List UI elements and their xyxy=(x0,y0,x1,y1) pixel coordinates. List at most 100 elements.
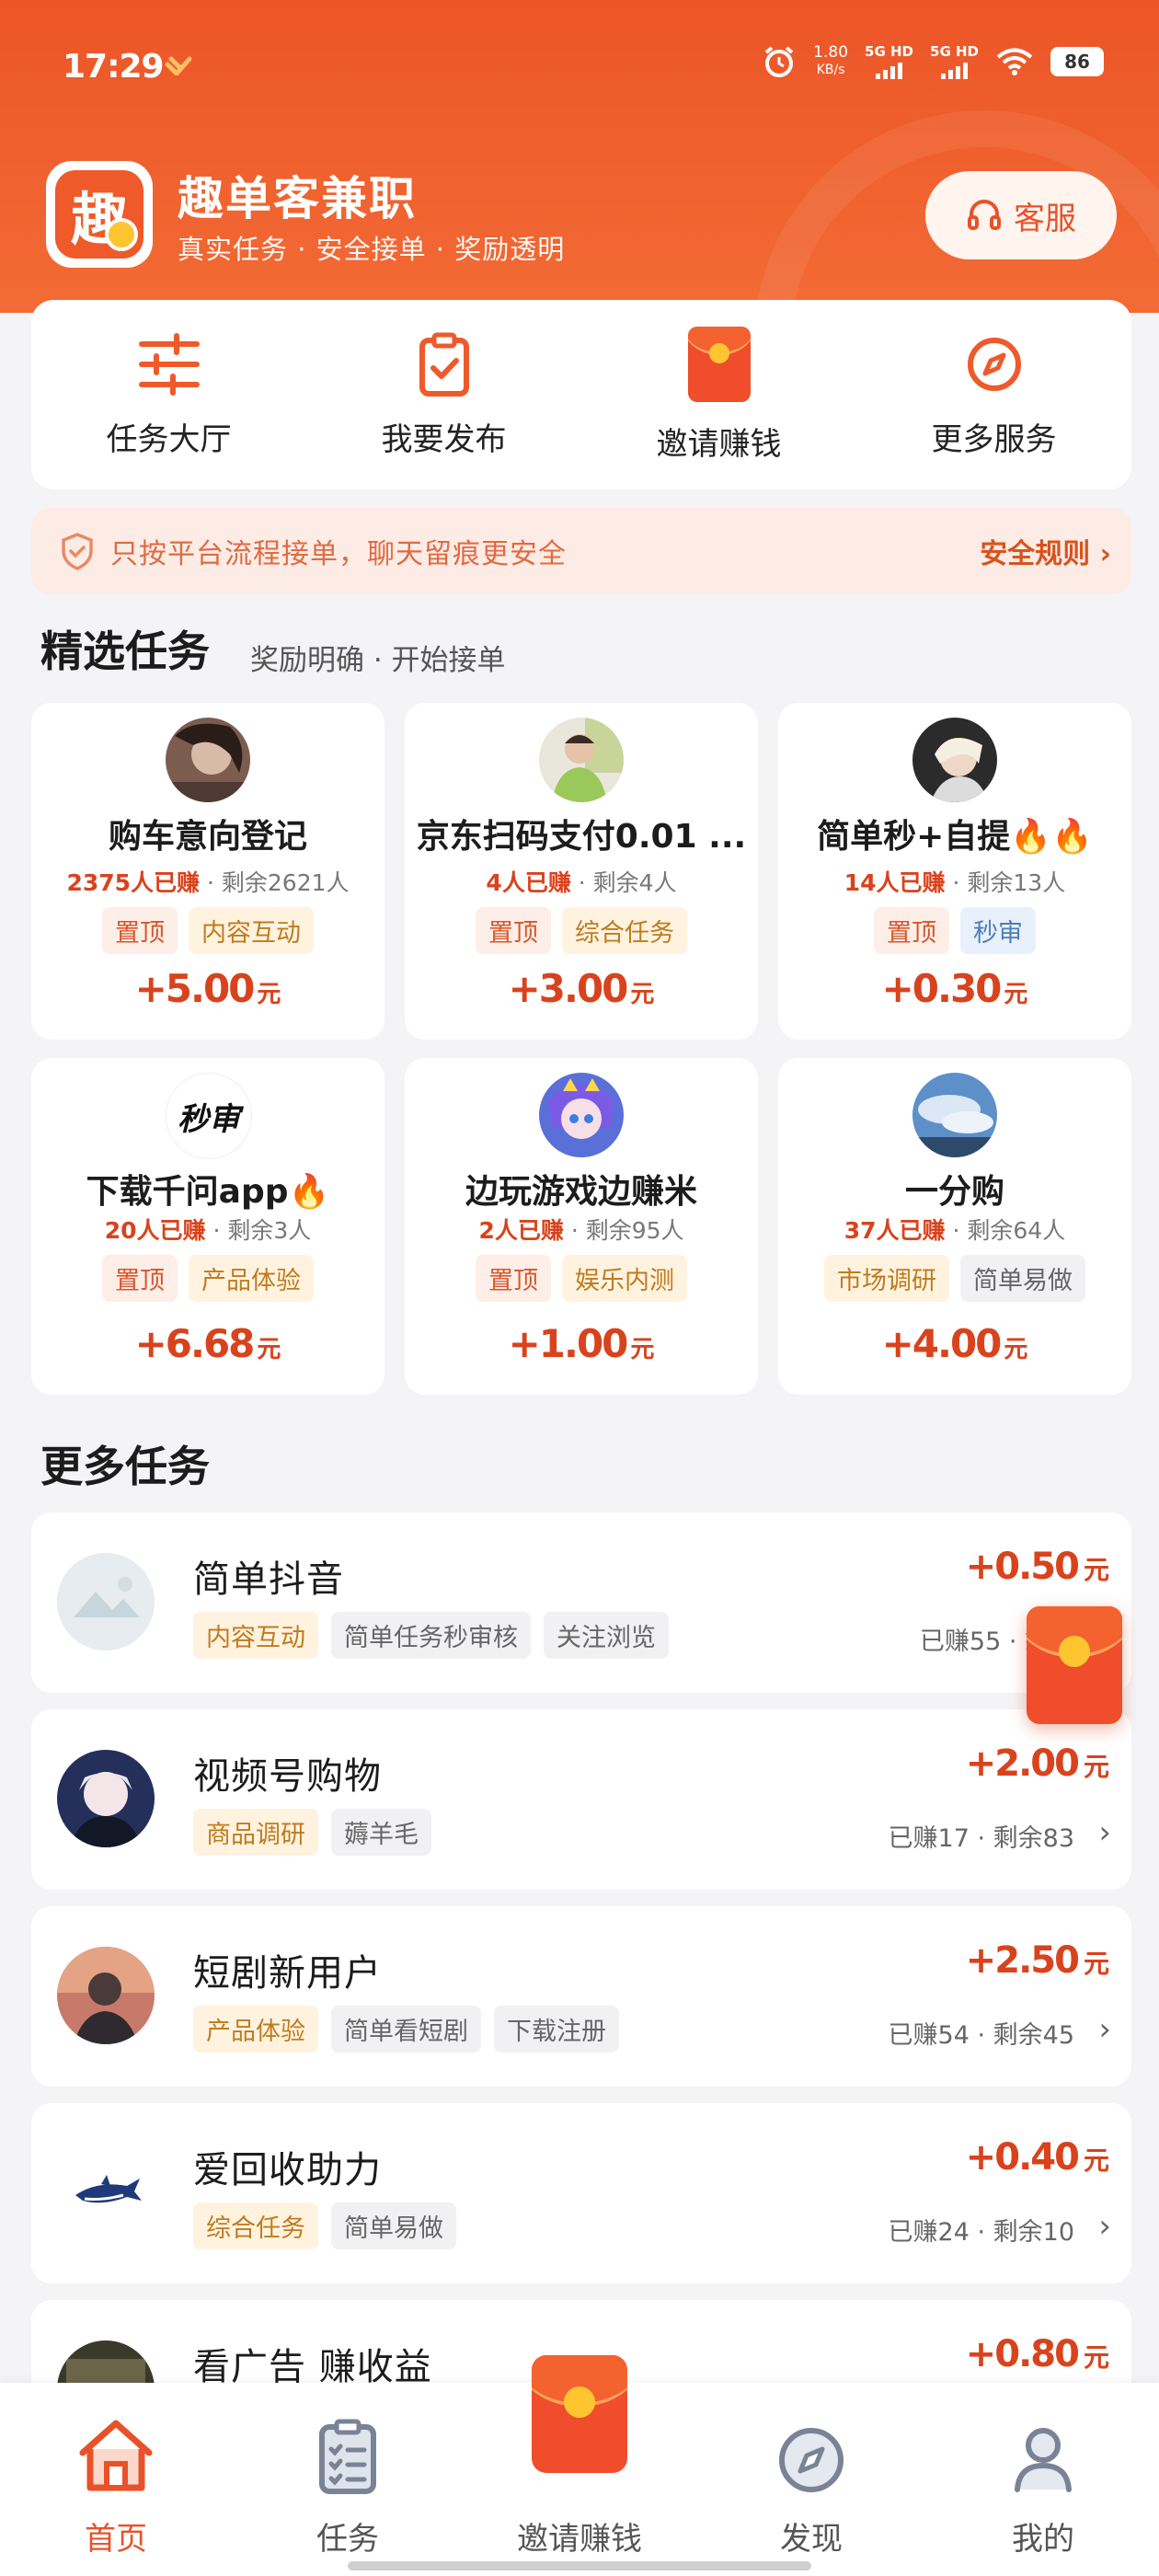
task-avatar xyxy=(57,2144,155,2241)
task-list-item[interactable]: 视频号购物 商品调研 薅羊毛 +2.00 元 已赚17 · 剩余83 › xyxy=(31,1709,1131,1890)
coin-icon xyxy=(105,218,138,251)
reward-unit: 元 xyxy=(1083,2342,1109,2373)
tab-label: 发现 xyxy=(780,2521,843,2558)
tab-label: 首页 xyxy=(85,2521,147,2558)
red-envelope-icon[interactable] xyxy=(532,2355,627,2473)
task-reward: +2.00 元 xyxy=(966,1742,1109,1785)
app-logo: 趣 xyxy=(46,161,153,268)
sim2-label: 5G HD xyxy=(930,42,979,60)
task-meta: 已赚17 · 剩余83 xyxy=(888,1824,1074,1853)
task-reward: +6.68 元 xyxy=(31,1321,384,1366)
task-reward: +0.40 元 xyxy=(966,2136,1109,2179)
task-tag: 简单易做 xyxy=(331,2202,456,2249)
task-tag: 薅羊毛 xyxy=(331,1809,431,1856)
task-tag: 商品调研 xyxy=(193,1809,318,1856)
task-tag: 内容互动 xyxy=(193,1612,318,1659)
featured-task-card[interactable]: 简单秒+自提🔥🔥 14人已赚 · 剩余13人 置顶 秒审 +0.30 元 xyxy=(778,703,1131,1040)
task-avatar xyxy=(539,1073,624,1157)
customer-service-label: 客服 xyxy=(1014,200,1076,237)
task-reward: +4.00 元 xyxy=(778,1321,1131,1366)
task-tag: 置顶 xyxy=(102,907,178,954)
safety-notice: 只按平台流程接单，聊天留痕更安全 安全规则 › xyxy=(31,508,1131,594)
task-title: 简单抖音 xyxy=(193,1558,344,1601)
reward-value: +2.00 xyxy=(965,1742,1080,1785)
status-time: 17:29 xyxy=(63,48,165,86)
tab-home[interactable]: 首页 xyxy=(0,2383,232,2576)
tab-label: 我的 xyxy=(1012,2521,1074,2558)
task-remain: · 剩余13人 xyxy=(945,869,1066,896)
task-tag: 娱乐内测 xyxy=(562,1255,687,1302)
task-earned: 14人已赚 xyxy=(843,869,946,896)
featured-task-card[interactable]: 边玩游戏边赚米 2人已赚 · 剩余95人 置顶 娱乐内测 +1.00 元 xyxy=(405,1058,758,1395)
tab-discover[interactable]: 发现 xyxy=(695,2383,927,2576)
task-earned: 2375人已赚 xyxy=(66,869,201,896)
task-list-item[interactable]: 爱回收助力 综合任务 简单易做 +0.40 元 已赚24 · 剩余10 › xyxy=(31,2103,1131,2283)
featured-task-card[interactable]: 购车意向登记 2375人已赚 · 剩余2621人 置顶 内容互动 +5.00 元 xyxy=(31,703,384,1040)
shield-icon xyxy=(62,533,93,570)
reward-value: +0.40 xyxy=(965,2136,1080,2179)
task-reward: +5.00 元 xyxy=(31,966,384,1011)
featured-subtitle: 奖励明确 · 开始接单 xyxy=(250,644,506,677)
quick-action-invite[interactable]: 邀请赚钱 xyxy=(581,300,856,489)
featured-task-card[interactable]: 京东扫码支付0.01 ... 4人已赚 · 剩余4人 置顶 综合任务 +3.00… xyxy=(405,703,758,1040)
reward-value: +1.00 xyxy=(508,1321,629,1366)
task-tag: 产品体验 xyxy=(189,1255,314,1302)
app-subtitle: 真实任务 · 安全接单 · 奖励透明 xyxy=(178,234,566,265)
avatar-text: 秒审 xyxy=(178,1100,240,1138)
quick-action-task-hall[interactable]: 任务大厅 xyxy=(31,300,306,489)
safety-rules-link[interactable]: 安全规则 › xyxy=(980,531,1111,571)
task-stats: 2人已赚 · 剩余95人 xyxy=(405,1213,758,1246)
sim1-label: 5G HD xyxy=(865,42,914,60)
task-stats: 20人已赚 · 剩余3人 xyxy=(31,1213,384,1246)
net-speed-unit: KB/s xyxy=(816,63,845,77)
featured-task-card[interactable]: 一分购 37人已赚 · 剩余64人 市场调研 简单易做 +4.00 元 xyxy=(778,1058,1131,1395)
task-remain: · 剩余95人 xyxy=(563,1217,684,1244)
task-tags: 商品调研 薅羊毛 xyxy=(193,1809,431,1856)
task-earned: 4人已赚 xyxy=(486,869,571,896)
reward-unit: 元 xyxy=(1083,1555,1109,1585)
quick-action-more[interactable]: 更多服务 xyxy=(856,300,1131,489)
featured-task-card[interactable]: 秒审 下载千问app🔥 20人已赚 · 剩余3人 置顶 产品体验 +6.68 元 xyxy=(31,1058,384,1395)
task-avatar: 秒审 xyxy=(166,1073,252,1159)
task-reward: +3.00 元 xyxy=(405,966,758,1011)
net-speed: 1.80 KB/s xyxy=(813,44,848,79)
task-name: 购车意向登记 xyxy=(108,818,307,856)
task-list-item[interactable]: 短剧新用户 产品体验 简单看短剧 下载注册 +2.50 元 已赚54 · 剩余45… xyxy=(31,1906,1131,2087)
reward-unit: 元 xyxy=(257,1336,281,1363)
task-tag: 简单易做 xyxy=(960,1255,1085,1302)
reward-value: +3.00 xyxy=(508,966,629,1011)
task-remain: · 剩余3人 xyxy=(205,1217,312,1244)
task-stats: 4人已赚 · 剩余4人 xyxy=(405,865,758,898)
tab-profile[interactable]: 我的 xyxy=(927,2383,1159,2576)
task-reward: +0.50 元 xyxy=(966,1546,1109,1588)
reward-unit: 元 xyxy=(1004,981,1028,1008)
task-stats: 14人已赚 · 剩余13人 xyxy=(778,865,1131,898)
task-stats: 2375人已赚 · 剩余2621人 xyxy=(31,865,384,898)
red-envelope-icon xyxy=(687,326,751,402)
reward-value: +0.50 xyxy=(965,1546,1080,1588)
task-stats: 37人已赚 · 剩余64人 xyxy=(778,1213,1131,1246)
reward-unit: 元 xyxy=(1083,2145,1109,2176)
task-tag: 简单任务秒审核 xyxy=(331,1612,531,1659)
task-list-icon xyxy=(319,2419,376,2494)
signal-bars-icon xyxy=(876,61,903,79)
battery-indicator: 86 xyxy=(1050,47,1104,76)
reward-unit: 元 xyxy=(630,1336,655,1363)
reward-unit: 元 xyxy=(1083,1752,1109,1782)
task-list-item[interactable]: 简单抖音 内容互动 简单任务秒审核 关注浏览 +0.50 元 已赚55 · 剩余 xyxy=(31,1512,1131,1693)
task-avatar xyxy=(912,1073,997,1157)
alarm-icon xyxy=(764,46,794,77)
task-tags: 置顶 产品体验 xyxy=(31,1255,384,1302)
task-tag: 秒审 xyxy=(960,907,1036,954)
chevron-right-icon: › xyxy=(1098,1814,1111,1851)
tab-tasks[interactable]: 任务 xyxy=(232,2383,464,2576)
task-title: 爱回收助力 xyxy=(193,2149,382,2191)
quick-action-publish[interactable]: 我要发布 xyxy=(306,300,581,489)
task-meta: 已赚54 · 剩余45 xyxy=(888,2021,1074,2050)
floating-red-envelope-button[interactable] xyxy=(1027,1606,1122,1724)
reward-unit: 元 xyxy=(630,981,655,1008)
task-tags: 置顶 综合任务 xyxy=(405,907,758,954)
task-avatar xyxy=(166,718,250,802)
reward-value: +5.00 xyxy=(134,966,256,1011)
customer-service-button[interactable]: 客服 xyxy=(925,171,1117,259)
